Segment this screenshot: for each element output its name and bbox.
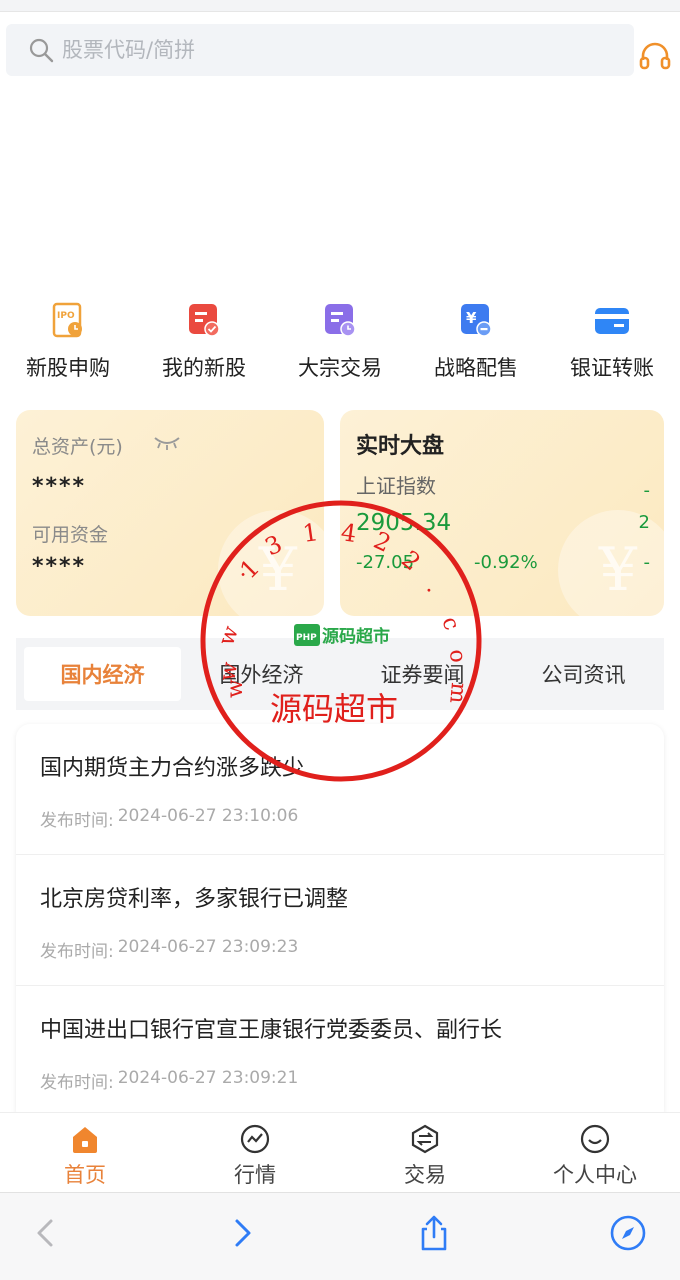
ipo-icon: IPO <box>52 302 82 338</box>
svg-text:¥: ¥ <box>466 309 477 327</box>
news-time-label: 发布时间: <box>40 942 114 962</box>
compass-icon[interactable] <box>608 1213 648 1253</box>
news-item[interactable]: 北京房贷利率，多家银行已调整 发布时间: 2024-06-27 23:09:23 <box>16 855 664 986</box>
available-funds-label: 可用资金 <box>32 524 109 546</box>
tab-label: 个人中心 <box>553 1163 637 1187</box>
bottom-tabbar: 首页 行情 交易 个人中心 <box>0 1112 680 1192</box>
search-icon <box>29 38 54 63</box>
news-time-value: 2024-06-27 23:09:21 <box>117 1068 299 1088</box>
index-value: 2905.34 <box>356 510 452 536</box>
search-input[interactable] <box>62 30 622 70</box>
market-card[interactable]: ¥ 实时大盘 上证指数 2905.34 -27.05 -0.92% - 2 - <box>340 410 664 616</box>
news-time: 发布时间: 2024-06-27 23:09:23 <box>40 937 640 962</box>
news-title: 北京房贷利率，多家银行已调整 <box>40 887 349 912</box>
news-title: 国内期货主力合约涨多跌少 <box>40 756 305 781</box>
coin-decoration: ¥ <box>218 510 324 616</box>
quick-menu: IPO 新股申购 我的新股 大宗交易 ¥ 战略配售 银证转账 <box>0 300 680 390</box>
headset-icon[interactable] <box>638 40 672 74</box>
available-funds-value: **** <box>32 554 87 579</box>
tab-label: 首页 <box>64 1163 106 1187</box>
news-time: 发布时间: 2024-06-27 23:09:21 <box>40 1068 640 1093</box>
bank-transfer-icon <box>595 308 629 334</box>
quick-label: 大宗交易 <box>298 356 382 380</box>
tab-home[interactable]: 首页 <box>0 1113 170 1192</box>
home-icon <box>73 1127 97 1153</box>
trade-icon <box>411 1124 439 1154</box>
next-index-change-clipped: - <box>643 552 651 573</box>
forward-chevron-icon[interactable] <box>222 1213 262 1253</box>
news-time-value: 2024-06-27 23:10:06 <box>117 806 299 826</box>
quick-label: 银证转账 <box>570 356 654 380</box>
quick-item-strategic-placement[interactable]: ¥ 战略配售 <box>408 300 544 390</box>
news-tabs: 国内经济 国外经济 证券要闻 公司资讯 <box>16 638 664 710</box>
news-time-label: 发布时间: <box>40 1073 114 1093</box>
tab-profile[interactable]: 个人中心 <box>510 1113 680 1192</box>
news-time-label: 发布时间: <box>40 811 114 831</box>
tab-securities-news[interactable]: 证券要闻 <box>342 647 503 701</box>
index-name: 上证指数 <box>356 474 436 498</box>
quick-item-bank-transfer[interactable]: 银证转账 <box>544 300 680 390</box>
quick-item-ipo[interactable]: IPO 新股申购 <box>0 300 136 390</box>
next-index-value-clipped: 2 <box>638 512 650 533</box>
quick-label: 新股申购 <box>26 356 110 380</box>
quick-label: 战略配售 <box>434 356 518 380</box>
assets-card[interactable]: ¥ 总资产(元) **** 可用资金 **** <box>16 410 324 616</box>
total-assets-label: 总资产(元) <box>32 436 123 458</box>
news-list: 国内期货主力合约涨多跌少 发布时间: 2024-06-27 23:10:06 北… <box>16 724 664 1124</box>
back-chevron-icon[interactable] <box>26 1213 66 1253</box>
svg-text:c: c <box>436 614 464 634</box>
tab-company-info[interactable]: 公司资讯 <box>503 647 664 701</box>
quick-item-my-stock[interactable]: 我的新股 <box>136 300 272 390</box>
total-assets-value: **** <box>32 474 87 499</box>
eye-closed-icon[interactable] <box>152 434 182 450</box>
profile-icon <box>580 1124 610 1154</box>
status-strip <box>0 0 680 12</box>
search-box[interactable] <box>6 24 634 76</box>
market-icon <box>240 1124 270 1154</box>
quick-label: 我的新股 <box>162 356 246 380</box>
news-title: 中国进出口银行官宣王康银行党委委员、副行长 <box>40 1018 503 1043</box>
next-index-name-clipped: - <box>643 480 651 501</box>
news-item[interactable]: 国内期货主力合约涨多跌少 发布时间: 2024-06-27 23:10:06 <box>16 724 664 855</box>
browser-toolbar <box>0 1192 680 1280</box>
news-time: 发布时间: 2024-06-27 23:10:06 <box>40 806 640 831</box>
news-time-value: 2024-06-27 23:09:23 <box>117 937 299 957</box>
tab-domestic-economy[interactable]: 国内经济 <box>24 647 182 701</box>
my-stock-icon <box>189 304 220 337</box>
tab-label: 交易 <box>404 1163 446 1187</box>
market-title: 实时大盘 <box>356 434 445 459</box>
quick-item-block-trade[interactable]: 大宗交易 <box>272 300 408 390</box>
tab-foreign-economy[interactable]: 国外经济 <box>181 647 342 701</box>
share-icon[interactable] <box>414 1213 454 1253</box>
tab-trade[interactable]: 交易 <box>340 1113 510 1192</box>
tab-label: 行情 <box>234 1163 276 1187</box>
block-trade-icon <box>325 304 356 337</box>
strategic-placement-icon: ¥ <box>461 304 492 337</box>
news-item[interactable]: 中国进出口银行官宣王康银行党委委员、副行长 发布时间: 2024-06-27 2… <box>16 986 664 1117</box>
index-change: -27.05 <box>356 552 415 573</box>
tab-market[interactable]: 行情 <box>170 1113 340 1192</box>
search-row <box>0 12 680 84</box>
index-change-pct: -0.92% <box>474 552 538 573</box>
svg-text:IPO: IPO <box>57 311 75 321</box>
